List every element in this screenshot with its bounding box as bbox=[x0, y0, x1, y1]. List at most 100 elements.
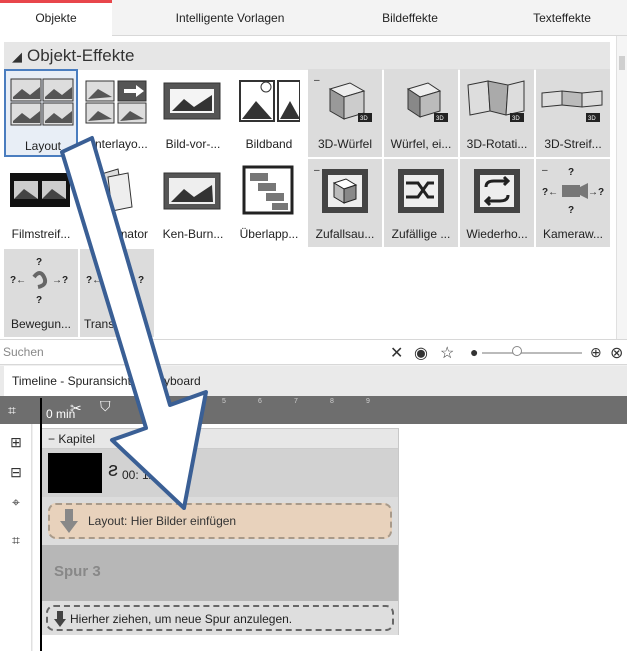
tile-bewegung[interactable]: ? ?← →?? Bewegun... bbox=[4, 249, 78, 337]
shuffle-icon bbox=[398, 169, 444, 213]
fullscreen-icon[interactable]: ⌗ bbox=[6, 532, 26, 552]
svg-text:?: ? bbox=[36, 295, 42, 305]
svg-text:3D: 3D bbox=[588, 116, 596, 122]
image-thumbnail bbox=[48, 453, 102, 493]
tab-storyboard[interactable]: ryboard bbox=[152, 366, 209, 396]
cube-3d-icon: – 3D bbox=[314, 75, 372, 122]
search-bar: Suchen ✕ ◉ ☆ ● ⊕ ⊗ bbox=[0, 339, 627, 365]
ruler-tick: 9 bbox=[366, 398, 370, 405]
zoom-in-icon[interactable]: ⊕ bbox=[590, 344, 602, 361]
zoom-out-icon[interactable]: ● bbox=[470, 344, 478, 360]
tile-label: Filmstreif... bbox=[11, 227, 71, 241]
unterlayout-thumb-icon bbox=[85, 80, 147, 124]
tile-layout[interactable]: Layout bbox=[4, 69, 78, 157]
effects-panel: ◢ Objekt-Effekte Layout Unterlayo... Bild… bbox=[0, 36, 616, 341]
search-icon[interactable]: ⊗ bbox=[610, 343, 623, 363]
tile-wiederholung[interactable]: Wiederho... bbox=[460, 159, 534, 247]
new-track-hint[interactable]: Hierher ziehen, um neue Spur anzulegen. bbox=[42, 601, 398, 635]
timeline-toolbar: ⊞ ⊟ ⌖ ⌗ bbox=[0, 424, 32, 651]
flipbook-icon bbox=[97, 168, 133, 212]
tile-label: Bild-vor-... bbox=[165, 137, 221, 151]
expand-tracks-icon[interactable]: ⊞ bbox=[6, 434, 26, 454]
effects-scrollbar[interactable] bbox=[616, 36, 627, 341]
tile-3d-wuerfel[interactable]: – 3D 3D-Würfel bbox=[308, 69, 382, 157]
section-header[interactable]: ◢ Objekt-Effekte bbox=[4, 42, 610, 70]
svg-text:→?: →? bbox=[128, 275, 144, 286]
repeat-icon bbox=[474, 169, 520, 213]
svg-text:3D: 3D bbox=[360, 116, 368, 122]
svg-text:?: ? bbox=[36, 257, 42, 268]
tab-timeline-spuransicht[interactable]: Timeline - Spuransicht bbox=[4, 366, 139, 396]
time-ruler[interactable]: ⌗ 0 min ✂ ⛉ 4 5 6 7 8 9 bbox=[0, 396, 627, 424]
layout-dropzone[interactable]: Layout: Hier Bilder einfügen bbox=[48, 503, 392, 539]
tile-transparenz[interactable]: ? ?← →? Transp bbox=[80, 249, 154, 337]
tile-ueberlappung[interactable]: Überlapp... bbox=[232, 159, 306, 247]
layout-label: Layout: Hier Bilder einfügen bbox=[88, 514, 237, 528]
strip-3d-icon: 3D bbox=[541, 90, 603, 122]
tile-bildband[interactable]: Bildband bbox=[232, 69, 306, 157]
filmstrip-icon bbox=[10, 173, 70, 207]
rotation-3d-icon: 3D bbox=[467, 80, 525, 122]
tile-filmstreifen[interactable]: Filmstreif... bbox=[4, 159, 78, 247]
overlap-icon bbox=[242, 165, 294, 215]
svg-text:–: – bbox=[314, 75, 320, 86]
zoom-slider-knob[interactable] bbox=[512, 346, 522, 356]
tab-objekte[interactable]: Objekte bbox=[0, 0, 112, 36]
tile-label: Unterlayo... bbox=[86, 137, 148, 151]
chapter-header[interactable]: − Kapitel bbox=[42, 429, 398, 449]
tile-label: Zufällige ... bbox=[391, 227, 451, 241]
cube-single-3d-icon: 3D bbox=[406, 82, 448, 122]
scissors-icon[interactable]: ✂ bbox=[70, 400, 82, 417]
tile-unterlayout[interactable]: Unterlayo... bbox=[80, 69, 154, 157]
tile-3d-rotation[interactable]: 3D 3D-Rotati... bbox=[460, 69, 534, 157]
arrow-down-icon bbox=[54, 611, 66, 627]
svg-text:?: ? bbox=[568, 205, 574, 215]
tile-kamerawagen[interactable]: – ? ?← →?? Kameraw... bbox=[536, 159, 610, 247]
tile-ken-burns[interactable]: Ken-Burn... bbox=[156, 159, 230, 247]
ken-burns-icon bbox=[163, 172, 221, 210]
tile-label: 3D-Würfel bbox=[317, 137, 372, 151]
tile-label: Würfel, ei... bbox=[390, 137, 452, 151]
new-track-dropzone[interactable]: Hierher ziehen, um neue Spur anzulegen. bbox=[46, 605, 394, 631]
tab-texteffekte[interactable]: Texteffekte bbox=[512, 0, 612, 36]
marker-icon[interactable]: ⛉ bbox=[100, 398, 111, 415]
tile-label: Layout bbox=[24, 139, 62, 153]
camera-move-icon: – ? ?← →?? bbox=[542, 165, 604, 215]
section-title: Objekt-Effekte bbox=[27, 46, 135, 65]
svg-text:3D: 3D bbox=[512, 116, 520, 122]
motion-path-icon: ? ?← →?? bbox=[10, 257, 68, 305]
tab-bar: Objekte Intelligente Vorlagen Bildeffekt… bbox=[0, 0, 627, 36]
ruler-tick: 7 bbox=[294, 398, 298, 405]
star-icon[interactable]: ☆ bbox=[440, 343, 454, 363]
snap-icon[interactable]: ⌗ bbox=[8, 402, 16, 419]
search-input[interactable]: Suchen bbox=[3, 345, 44, 359]
tab-intelligente-vorlagen[interactable]: Intelligente Vorlagen bbox=[150, 0, 310, 36]
clear-icon[interactable]: ✕ bbox=[390, 343, 403, 363]
tile-zufaellige[interactable]: Zufällige ... bbox=[384, 159, 458, 247]
svg-text:→?: →? bbox=[588, 187, 604, 198]
zoom-slider[interactable] bbox=[482, 352, 582, 354]
layout-track[interactable]: Layout: Hier Bilder einfügen bbox=[42, 497, 398, 545]
tile-animator[interactable]: mator bbox=[80, 159, 154, 247]
scrollbar-thumb[interactable] bbox=[619, 56, 625, 70]
motion-curve-icon: ƨ bbox=[108, 459, 118, 481]
svg-text:3D: 3D bbox=[436, 116, 444, 122]
collapse-tracks-icon[interactable]: ⊟ bbox=[6, 464, 26, 484]
tile-label: Bewegun... bbox=[10, 317, 72, 331]
tile-wuerfel-einzeln[interactable]: 3D Würfel, ei... bbox=[384, 69, 458, 157]
track-spur-3[interactable]: Spur 3 bbox=[42, 545, 398, 601]
svg-text:?←: ?← bbox=[10, 275, 26, 286]
tile-3d-streifen[interactable]: 3D 3D-Streif... bbox=[536, 69, 610, 157]
tile-bild-vor-bild[interactable]: Bild-vor-... bbox=[156, 69, 230, 157]
playhead[interactable] bbox=[40, 398, 42, 651]
tile-zufallsauswahl[interactable]: – Zufallsau... bbox=[308, 159, 382, 247]
eye-icon[interactable]: ◉ bbox=[414, 343, 428, 363]
tile-label: Kameraw... bbox=[542, 227, 604, 241]
zoom-fit-icon[interactable]: ⌖ bbox=[6, 494, 26, 514]
tile-label: mator bbox=[117, 227, 148, 241]
collapse-icon[interactable]: − bbox=[48, 432, 58, 446]
layout-thumb-icon bbox=[10, 78, 74, 126]
tab-bildeffekte[interactable]: Bildeffekte bbox=[360, 0, 460, 36]
image-track[interactable]: ƨ 00: 1x1.gif bbox=[42, 449, 398, 497]
bild-vor-bild-thumb-icon bbox=[163, 82, 221, 120]
